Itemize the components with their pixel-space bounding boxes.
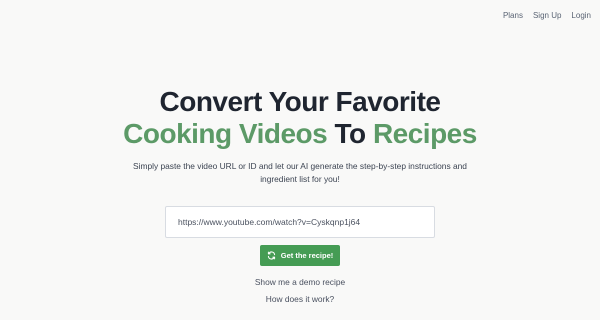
- title-recipes: Recipes: [372, 118, 477, 149]
- refresh-icon: [267, 251, 276, 260]
- title-cooking-videos: Cooking Videos: [123, 118, 328, 149]
- page-title: Convert Your Favorite Cooking Videos To …: [0, 86, 600, 150]
- get-recipe-label: Get the recipe!: [280, 251, 334, 260]
- demo-recipe-link[interactable]: Show me a demo recipe: [0, 277, 600, 287]
- nav-signup-link[interactable]: Sign Up: [533, 11, 561, 20]
- hero-section: Convert Your Favorite Cooking Videos To …: [0, 86, 600, 185]
- how-it-works-link[interactable]: How does it work?: [0, 294, 600, 304]
- title-line-1: Convert Your Favorite: [159, 86, 441, 117]
- get-recipe-button[interactable]: Get the recipe!: [260, 245, 340, 266]
- subtitle: Simply paste the video URL or ID and let…: [133, 161, 467, 184]
- nav-plans-link[interactable]: Plans: [503, 11, 523, 20]
- nav-login-link[interactable]: Login: [571, 11, 591, 20]
- title-to: To: [334, 118, 367, 149]
- title-line-2: Cooking Videos To Recipes: [0, 118, 600, 150]
- video-url-field[interactable]: [165, 206, 435, 238]
- video-url-input[interactable]: [178, 217, 422, 227]
- top-nav: Plans Sign Up Login: [503, 11, 591, 20]
